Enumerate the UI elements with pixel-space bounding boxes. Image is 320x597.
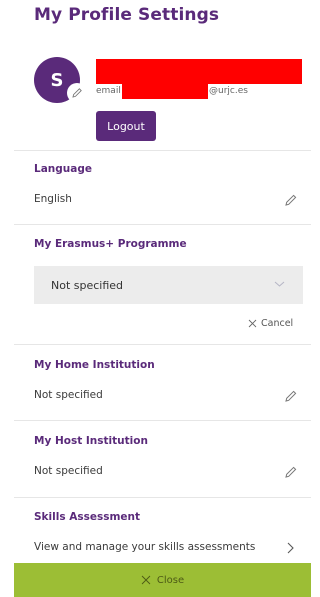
- pencil-icon: [72, 88, 82, 98]
- cancel-label: Cancel: [261, 318, 294, 329]
- divider: [14, 150, 311, 151]
- redacted-email: [122, 84, 208, 99]
- divider: [14, 224, 311, 225]
- divider: [14, 497, 311, 498]
- page-title: My Profile Settings: [34, 5, 220, 25]
- pencil-icon: [285, 390, 297, 402]
- pencil-icon: [285, 466, 297, 478]
- pencil-icon: [285, 194, 297, 206]
- home-institution-value: Not specified: [34, 389, 103, 401]
- erasmus-programme-title: My Erasmus+ Programme: [34, 238, 187, 250]
- skills-assessment-title: Skills Assessment: [34, 511, 141, 523]
- close-button[interactable]: Close: [14, 563, 311, 597]
- select-value: Not specified: [51, 278, 124, 292]
- skills-assessment-link[interactable]: View and manage your skills assessments: [34, 541, 255, 553]
- edit-home-institution-button[interactable]: [282, 387, 300, 405]
- cancel-button[interactable]: Cancel: [248, 318, 293, 329]
- language-value: English: [34, 193, 72, 205]
- host-institution-title: My Host Institution: [34, 435, 148, 447]
- erasmus-programme-select[interactable]: Not specified: [34, 266, 303, 304]
- language-title: Language: [34, 163, 92, 175]
- edit-avatar-button[interactable]: [67, 83, 87, 103]
- close-label: Close: [156, 574, 185, 586]
- skills-assessment-chevron-button[interactable]: [281, 539, 299, 557]
- close-icon: [248, 319, 257, 328]
- edit-language-button[interactable]: [282, 191, 300, 209]
- chevron-down-icon: [274, 281, 285, 287]
- home-institution-title: My Home Institution: [34, 359, 155, 371]
- divider: [14, 420, 311, 421]
- close-icon: [141, 575, 151, 585]
- edit-host-institution-button[interactable]: [282, 463, 300, 481]
- email-suffix: @urjc.es: [209, 86, 248, 96]
- divider: [14, 344, 311, 345]
- logout-button[interactable]: Logout: [96, 111, 156, 141]
- avatar-initial: S: [50, 69, 64, 91]
- email-prefix: email: [96, 86, 121, 96]
- redacted-name: [96, 59, 302, 84]
- chevron-right-icon: [287, 542, 294, 554]
- host-institution-value: Not specified: [34, 465, 103, 477]
